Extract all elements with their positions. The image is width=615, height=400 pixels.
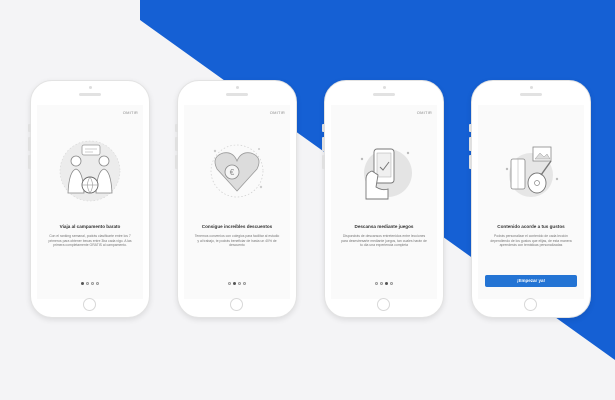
camera bbox=[529, 86, 533, 89]
screen-description: Dispondrás de descansos entretenidos ent… bbox=[341, 234, 427, 248]
page-dot[interactable] bbox=[81, 282, 84, 285]
side-button bbox=[175, 137, 178, 151]
skip-link[interactable]: OMITIR bbox=[123, 110, 138, 115]
onboarding-screen-2: OMITIR € Consigue increíbles descuentos … bbox=[184, 105, 290, 299]
screen-description: Podrás personalizar el contenido de cada… bbox=[490, 234, 572, 248]
screen-description: Con el ranking semanal, podrás clasifica… bbox=[48, 234, 132, 248]
home-button bbox=[524, 298, 537, 311]
page-indicator bbox=[37, 282, 143, 285]
phone-mockup-3: OMITIR Descansa mediante juegos Dispondr… bbox=[322, 80, 444, 318]
home-button bbox=[377, 298, 390, 311]
onboarding-screen-1: OMITIR Viaja al campamento barato Con el… bbox=[37, 105, 143, 299]
screen-title: Contenido acorde a tus gustos bbox=[497, 224, 565, 229]
speaker bbox=[520, 93, 542, 96]
page-dot[interactable] bbox=[228, 282, 231, 285]
start-button[interactable]: ¡Empezar ya! bbox=[485, 275, 577, 287]
page-dot[interactable] bbox=[91, 282, 94, 285]
page-dot[interactable] bbox=[96, 282, 99, 285]
phone-mockup-4: Contenido acorde a tus gustos Podrás per… bbox=[469, 80, 591, 318]
page-dot[interactable] bbox=[385, 282, 388, 285]
camera bbox=[382, 86, 386, 89]
screen-title: Descansa mediante juegos bbox=[354, 224, 414, 229]
onboarding-screen-3: OMITIR Descansa mediante juegos Dispondr… bbox=[331, 105, 437, 299]
side-button bbox=[28, 155, 31, 169]
side-button bbox=[28, 137, 31, 151]
skip-link[interactable]: OMITIR bbox=[417, 110, 432, 115]
screen-title: Viaja al campamento barato bbox=[59, 224, 121, 229]
svg-text:€: € bbox=[230, 168, 235, 177]
home-button bbox=[83, 298, 96, 311]
skip-link[interactable]: OMITIR bbox=[270, 110, 285, 115]
screen-title: Consigue increíbles descuentos bbox=[201, 224, 273, 229]
page-dot[interactable] bbox=[375, 282, 378, 285]
side-button bbox=[28, 124, 31, 132]
page-indicator bbox=[184, 282, 290, 285]
screen-description: Tenemos convenios con colegios para faci… bbox=[194, 234, 280, 248]
onboarding-screen-4: Contenido acorde a tus gustos Podrás per… bbox=[478, 105, 584, 299]
camera bbox=[235, 86, 239, 89]
side-button bbox=[322, 137, 325, 151]
page-dot[interactable] bbox=[243, 282, 246, 285]
page-dot[interactable] bbox=[380, 282, 383, 285]
page-dot[interactable] bbox=[86, 282, 89, 285]
music-guitar-icon bbox=[505, 146, 559, 197]
speaker bbox=[373, 93, 395, 96]
side-button bbox=[469, 137, 472, 151]
page-dot[interactable] bbox=[238, 282, 241, 285]
side-button bbox=[175, 155, 178, 169]
page-indicator bbox=[331, 282, 437, 285]
side-button bbox=[469, 124, 472, 132]
page-dot[interactable] bbox=[390, 282, 393, 285]
page-dot[interactable] bbox=[233, 282, 236, 285]
camera bbox=[88, 86, 92, 89]
phone-game-hand-icon bbox=[360, 148, 412, 200]
side-button bbox=[322, 155, 325, 169]
phone-mockup-2: OMITIR € Consigue increíbles descuentos … bbox=[175, 80, 297, 318]
home-button bbox=[230, 298, 243, 311]
side-button bbox=[322, 124, 325, 132]
side-button bbox=[469, 155, 472, 169]
phone-mockup-1: OMITIR Viaja al campamento barato Con el… bbox=[28, 80, 150, 318]
heart-coin-icon: € bbox=[210, 144, 264, 198]
side-button bbox=[175, 124, 178, 132]
speaker bbox=[226, 93, 248, 96]
people-chat-globe-icon bbox=[59, 140, 121, 202]
speaker bbox=[79, 93, 101, 96]
